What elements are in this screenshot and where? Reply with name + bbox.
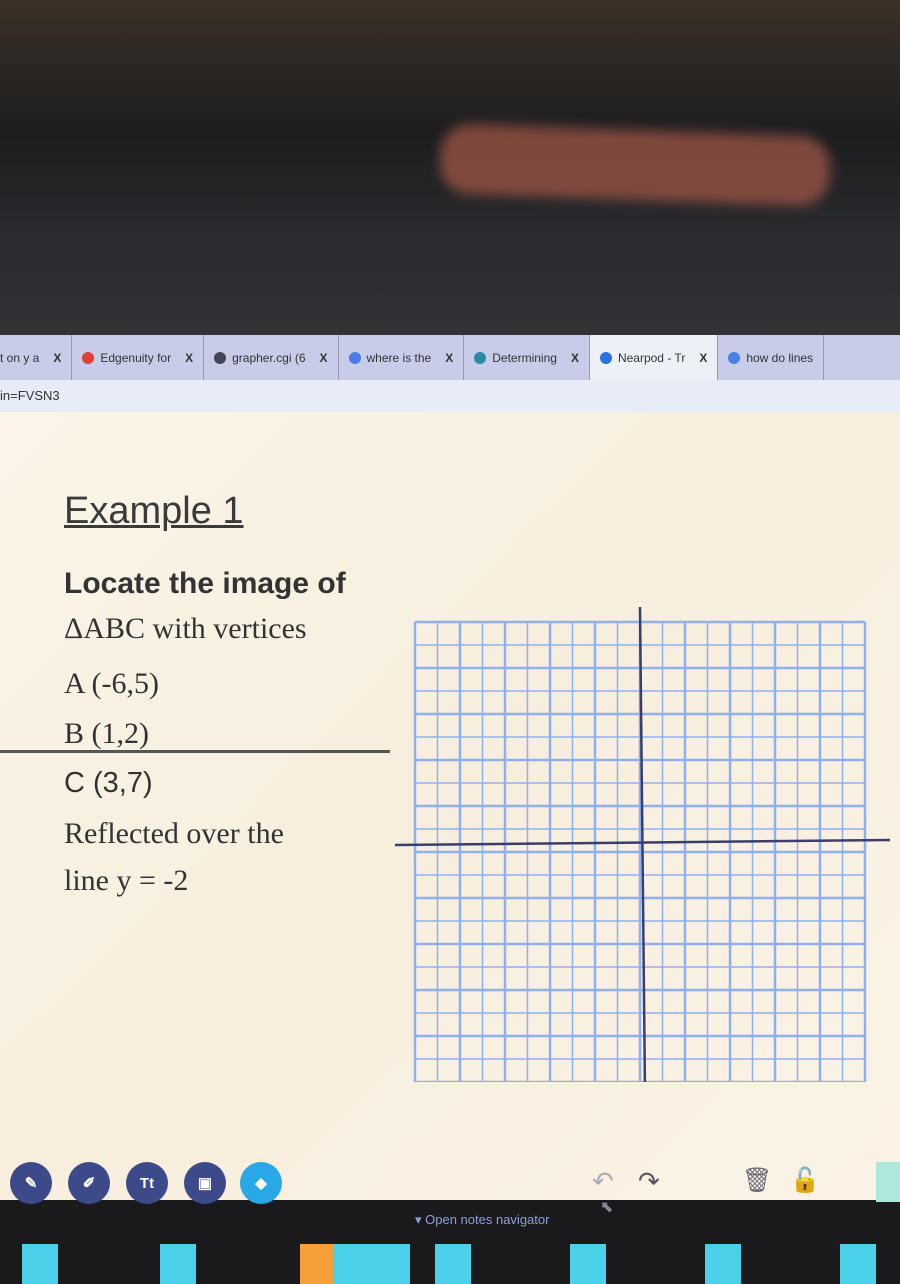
image-icon: ▣ (197, 1175, 213, 1192)
tab[interactable]: t on y a X (0, 335, 73, 380)
edgenuity-icon (82, 351, 95, 364)
close-tab-icon[interactable]: X (53, 351, 61, 365)
notes-navigator-label: Open notes navigator (425, 1212, 550, 1227)
tab-label: Edgenuity for (100, 350, 172, 365)
redo-icon[interactable]: ↷ (638, 1166, 660, 1197)
trash-icon[interactable]: 🗑 (742, 1166, 772, 1195)
tab[interactable]: where is the X (339, 335, 465, 380)
cursor-icon: ⬉ (600, 1199, 614, 1216)
tab[interactable]: grapher.cgi (6 X (204, 335, 339, 380)
coordinate-grid[interactable] (395, 602, 895, 1082)
close-tab-icon[interactable]: X (445, 351, 453, 365)
tab[interactable]: how do lines (718, 335, 825, 380)
url-text: in=FVSN3 (0, 388, 60, 403)
slide-title: Example 1 (64, 490, 244, 532)
close-tab-icon[interactable]: X (185, 351, 193, 365)
tab-label: t on y a (0, 350, 40, 365)
tab-label: Nearpod - Tr (617, 350, 686, 365)
pencil-icon: ✎ (24, 1175, 38, 1192)
vertex-b: B (1,2) (64, 717, 149, 750)
highlighter-icon: ✐ (82, 1175, 96, 1192)
nearpod-slide: Example 1 Locate the image of ΔABC with … (0, 412, 900, 1284)
tab-bar: t on y a X Edgenuity for Xgrapher.cgi (6 Xwh… (0, 335, 900, 380)
tab-label: how do lines (746, 350, 814, 365)
undo-icon[interactable]: ↶ (592, 1166, 614, 1197)
prompt-line-2: ΔABC with vertices (64, 612, 307, 645)
pencil-tool[interactable]: ✎ (10, 1162, 52, 1204)
address-bar[interactable]: in=FVSN3 (0, 380, 900, 412)
open-notes-navigator[interactable]: ▾ Open notes navigator (415, 1212, 549, 1228)
nearpod-icon (599, 351, 612, 364)
prompt-line-3: Reflected over the (64, 817, 284, 850)
tab[interactable]: Determining X (464, 335, 590, 380)
eraser-icon: ◆ (255, 1175, 267, 1192)
google-icon (728, 351, 741, 364)
close-tab-icon[interactable]: X (571, 351, 579, 365)
drawing-toolbar: ✎ ✐ Tt ▣ ◆ ↶ ↷ ⬉ 🗑 🔓 (0, 1152, 900, 1216)
slide-thumbnail[interactable] (160, 1244, 196, 1284)
tab-label: grapher.cgi (6 (232, 350, 306, 365)
slide-thumbnail[interactable] (570, 1244, 606, 1284)
tab[interactable]: Nearpod - Tr X (589, 335, 719, 380)
globe-icon (214, 351, 227, 364)
close-tab-icon[interactable]: X (320, 351, 328, 365)
prompt-line-4: line y = -2 (64, 864, 189, 897)
image-tool[interactable]: ▣ (184, 1162, 226, 1204)
text-icon: Tt (139, 1174, 155, 1192)
slide-thumbnail[interactable] (300, 1244, 410, 1284)
slide-thumbnail[interactable] (22, 1244, 58, 1284)
vertex-a: A (-6,5) (64, 667, 159, 700)
prompt-line-1: Locate the image of (64, 567, 346, 600)
pen-strike (0, 750, 390, 753)
slide-thumbnail[interactable] (840, 1244, 876, 1284)
text-tool[interactable]: Tt (126, 1162, 168, 1204)
monitor-bezel (0, 0, 900, 340)
vertex-c: C (3,7) (64, 767, 153, 799)
unlock-icon[interactable]: 🔓 (790, 1166, 820, 1195)
tab-label: Determining (492, 350, 557, 365)
tab-label: where is the (366, 350, 432, 365)
eraser-tool[interactable]: ◆ (240, 1162, 282, 1204)
reflection (438, 123, 832, 207)
tab[interactable]: Edgenuity for X (72, 335, 205, 380)
google-icon (348, 351, 361, 364)
check-circle-icon (474, 351, 487, 364)
screen: t on y a X Edgenuity for Xgrapher.cgi (6 Xwh… (0, 335, 900, 1284)
close-tab-icon[interactable]: X (699, 351, 707, 365)
slide-thumbnail[interactable] (705, 1244, 741, 1284)
highlighter-tool[interactable]: ✐ (68, 1162, 110, 1204)
side-panel-tab[interactable] (876, 1162, 900, 1202)
slide-thumbnail[interactable] (435, 1244, 471, 1284)
